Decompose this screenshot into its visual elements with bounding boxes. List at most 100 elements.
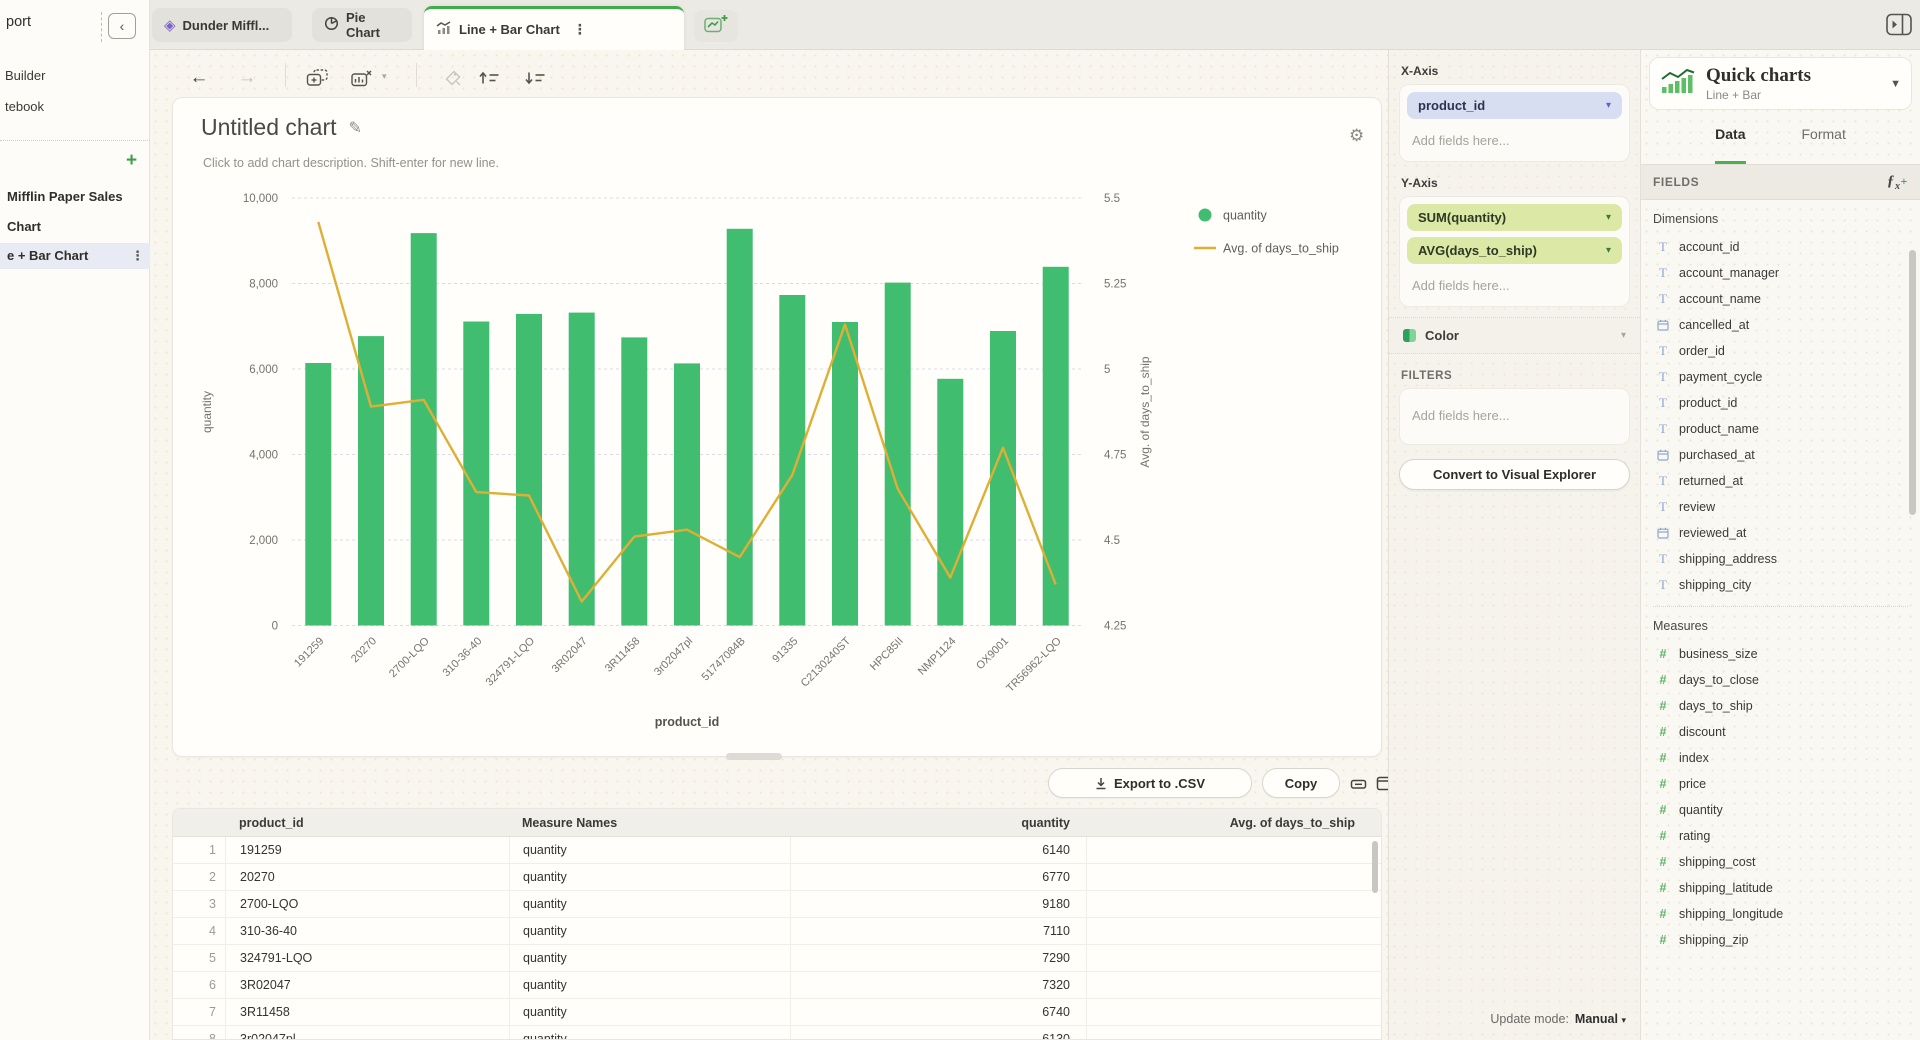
field-account_name[interactable]: Taccount_name — [1641, 286, 1920, 312]
add-item-button[interactable]: + — [126, 150, 137, 172]
fields-scrollbar[interactable] — [1909, 250, 1916, 515]
kebab-menu-icon[interactable]: ⋮ — [131, 243, 144, 269]
filters-add-fields[interactable]: Add fields here... — [1407, 396, 1622, 437]
field-cancelled_at[interactable]: cancelled_at — [1641, 312, 1920, 338]
table-row[interactable]: 4 310-36-40 quantity 7110 — [173, 918, 1381, 945]
field-business_size[interactable]: #business_size — [1641, 641, 1920, 667]
field-shipping_longitude[interactable]: #shipping_longitude — [1641, 901, 1920, 927]
field-purchased_at[interactable]: purchased_at — [1641, 442, 1920, 468]
field-days_to_ship[interactable]: #days_to_ship — [1641, 693, 1920, 719]
resize-grip[interactable] — [726, 753, 782, 760]
chevron-down-icon: ▼ — [1890, 78, 1901, 90]
tab-pie-chart[interactable]: Pie Chart — [312, 8, 412, 42]
line-bar-chart[interactable]: 04.252,0004.54,0004.756,00058,0005.2510,… — [173, 98, 1382, 757]
svg-text:2700-LQO: 2700-LQO — [387, 635, 432, 680]
chevron-down-icon[interactable]: ▾ — [382, 71, 387, 82]
col-measure-names[interactable]: Measure Names — [509, 809, 790, 836]
duplicate-chart-button[interactable] — [304, 65, 330, 91]
minimize-table-icon[interactable] — [1350, 776, 1367, 796]
tab-data[interactable]: Data — [1715, 126, 1745, 164]
field-returned_at[interactable]: Treturned_at — [1641, 468, 1920, 494]
svg-text:0: 0 — [272, 621, 278, 633]
remove-chart-button[interactable] — [348, 65, 374, 91]
tab-line-bar-chart[interactable]: Line + Bar Chart ⋮ — [424, 6, 684, 50]
field-product_id[interactable]: Tproduct_id — [1641, 390, 1920, 416]
svg-text:3R02047: 3R02047 — [550, 635, 590, 675]
field-rating[interactable]: #rating — [1641, 823, 1920, 849]
convert-to-visual-explorer-button[interactable]: Convert to Visual Explorer — [1399, 459, 1630, 490]
field-days_to_close[interactable]: #days_to_close — [1641, 667, 1920, 693]
label-tool-button[interactable] — [440, 65, 466, 91]
sidebar-item-builder[interactable]: Builder — [0, 64, 150, 88]
table-row[interactable]: 5 324791-LQO quantity 7290 — [173, 945, 1381, 972]
x-axis-field-pill[interactable]: product_id ▾ — [1407, 92, 1622, 119]
x-axis-add-fields[interactable]: Add fields here... — [1407, 125, 1622, 154]
table-row[interactable]: 1 191259 quantity 6140 — [173, 837, 1381, 864]
field-shipping_latitude[interactable]: #shipping_latitude — [1641, 875, 1920, 901]
field-price[interactable]: #price — [1641, 771, 1920, 797]
field-quantity[interactable]: #quantity — [1641, 797, 1920, 823]
number-type-icon: # — [1656, 907, 1670, 921]
chart-type-selector[interactable]: Quick charts Line + Bar ▼ — [1649, 57, 1912, 110]
sidebar-item-line-bar-chart[interactable]: e + Bar Chart ⋮ — [0, 243, 150, 269]
field-account_id[interactable]: Taccount_id — [1641, 234, 1920, 260]
sort-descending-button[interactable] — [522, 65, 548, 91]
chevron-down-icon: ▾ — [1621, 1015, 1626, 1025]
table-row[interactable]: 7 3R11458 quantity 6740 — [173, 999, 1381, 1026]
undo-button[interactable]: ← — [186, 65, 212, 91]
field-payment_cycle[interactable]: Tpayment_cycle — [1641, 364, 1920, 390]
filters-label: FILTERS — [1401, 370, 1628, 382]
field-order_id[interactable]: Torder_id — [1641, 338, 1920, 364]
row-number: 2 — [173, 864, 225, 890]
add-formula-field-button[interactable]: ƒx+ — [1887, 173, 1908, 192]
gear-icon[interactable]: ⚙ — [1349, 126, 1364, 146]
calendar-icon — [1656, 527, 1670, 539]
sort-ascending-button[interactable] — [476, 65, 502, 91]
label-icon — [444, 69, 462, 87]
collapse-sidebar-button[interactable]: ‹ — [108, 13, 136, 39]
y-axis-field-pill-sum-quantity[interactable]: SUM(quantity) ▾ — [1407, 204, 1622, 231]
add-chart-tab-button[interactable] — [694, 10, 738, 42]
svg-text:4.25: 4.25 — [1104, 621, 1126, 633]
kebab-menu-icon[interactable]: ⋮ — [573, 21, 587, 38]
chart-title[interactable]: Untitled chart — [201, 114, 337, 141]
tab-format[interactable]: Format — [1802, 126, 1846, 164]
panel-title: Quick charts — [1706, 65, 1811, 87]
text-type-icon: T — [1656, 421, 1670, 437]
col-avg-days-to-ship[interactable]: Avg. of days_to_ship — [1086, 809, 1371, 836]
col-product-id[interactable]: product_id — [225, 809, 509, 836]
y-axis-add-fields[interactable]: Add fields here... — [1407, 270, 1622, 299]
field-review[interactable]: Treview — [1641, 494, 1920, 520]
export-csv-button[interactable]: Export to .CSV — [1048, 768, 1252, 798]
sidebar-item-notebook[interactable]: tebook — [0, 95, 150, 119]
sidebar-item-chart[interactable]: Chart — [0, 214, 150, 240]
svg-text:Avg. of days_to_ship: Avg. of days_to_ship — [1223, 242, 1339, 256]
tab-dunder-mifflin[interactable]: ◈ Dunder Miffl... — [152, 8, 292, 42]
field-shipping_cost[interactable]: #shipping_cost — [1641, 849, 1920, 875]
row-number: 1 — [173, 837, 225, 863]
table-row[interactable]: 6 3R02047 quantity 7320 — [173, 972, 1381, 999]
table-scrollbar[interactable] — [1372, 841, 1378, 893]
edit-pencil-icon[interactable]: ✎ — [349, 118, 362, 138]
redo-button[interactable]: → — [234, 65, 260, 91]
col-quantity[interactable]: quantity — [790, 809, 1086, 836]
table-row[interactable]: 3 2700-LQO quantity 9180 — [173, 891, 1381, 918]
update-mode-select[interactable]: Manual ▾ — [1575, 1012, 1626, 1026]
field-shipping_address[interactable]: Tshipping_address — [1641, 546, 1920, 572]
chart-description-placeholder[interactable]: Click to add chart description. Shift-en… — [203, 156, 499, 170]
field-index[interactable]: #index — [1641, 745, 1920, 771]
field-shipping_city[interactable]: Tshipping_city — [1641, 572, 1920, 598]
field-account_manager[interactable]: Taccount_manager — [1641, 260, 1920, 286]
remove-chart-icon — [351, 70, 372, 87]
field-product_name[interactable]: Tproduct_name — [1641, 416, 1920, 442]
sidebar-item-project[interactable]: Mifflin Paper Sales — [0, 184, 150, 210]
copy-button[interactable]: Copy — [1262, 768, 1340, 798]
table-row[interactable]: 8 3r02047pl quantity 6130 — [173, 1026, 1381, 1040]
table-row[interactable]: 2 20270 quantity 6770 — [173, 864, 1381, 891]
color-row[interactable]: Color ▾ — [1389, 317, 1640, 354]
y-axis-field-pill-avg-days-to-ship[interactable]: AVG(days_to_ship) ▾ — [1407, 237, 1622, 264]
field-shipping_zip[interactable]: #shipping_zip — [1641, 927, 1920, 953]
field-discount[interactable]: #discount — [1641, 719, 1920, 745]
expand-panel-icon[interactable] — [1886, 13, 1912, 41]
field-reviewed_at[interactable]: reviewed_at — [1641, 520, 1920, 546]
